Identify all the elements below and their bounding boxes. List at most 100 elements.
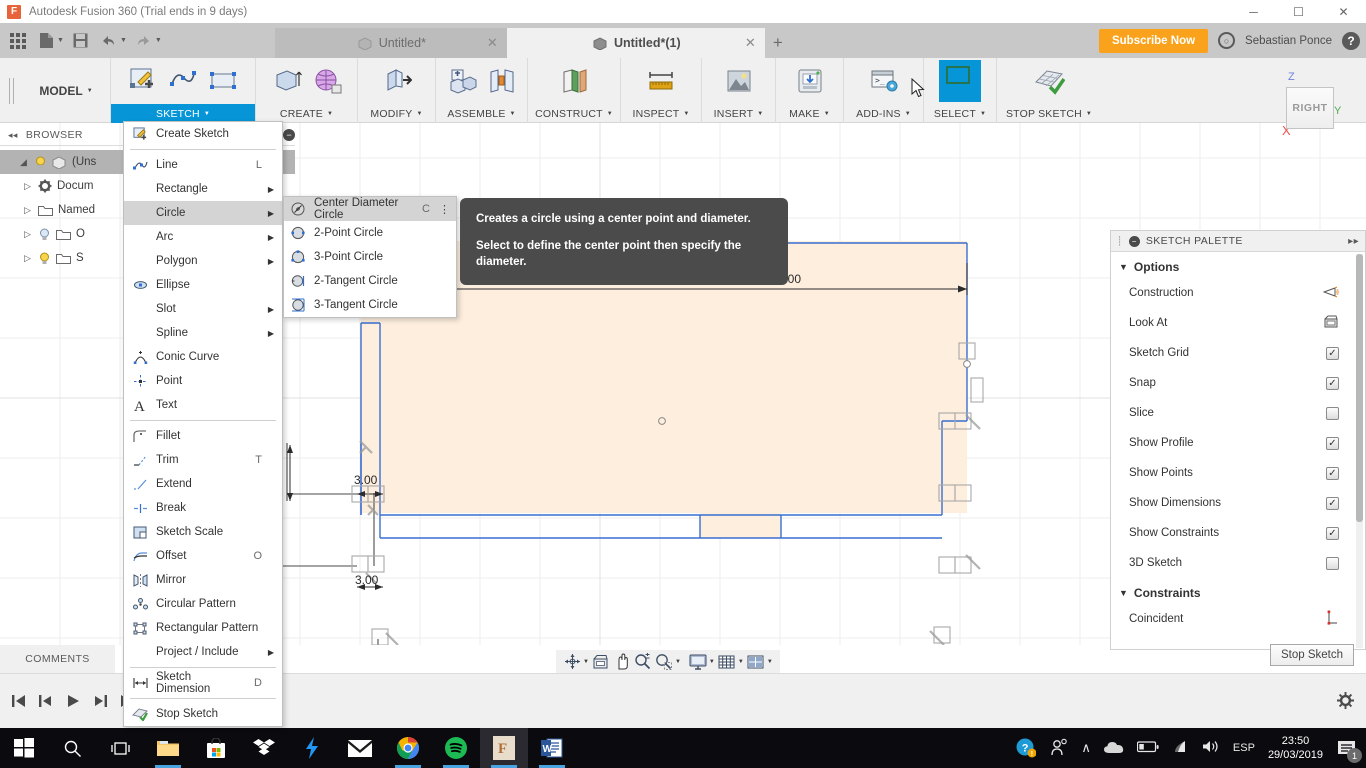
menu-item-text[interactable]: A Text xyxy=(124,393,282,417)
orbit-tool[interactable]: ▼ xyxy=(563,653,589,671)
undo-icon[interactable] xyxy=(95,27,123,55)
orbit-icon[interactable] xyxy=(563,653,581,671)
visibility-bulb-icon[interactable] xyxy=(38,252,51,265)
fusion360-icon[interactable]: F xyxy=(480,728,528,768)
fit-icon[interactable] xyxy=(655,653,673,671)
menu-item-polygon[interactable]: Polygon ▶ xyxy=(124,249,282,273)
play-icon[interactable] xyxy=(64,692,82,710)
stop-sketch-icon[interactable] xyxy=(1031,63,1067,99)
volume-icon[interactable] xyxy=(1202,739,1220,757)
timeline-settings-icon[interactable] xyxy=(1337,692,1354,714)
show-constraints-checkbox[interactable]: ✓ xyxy=(1326,526,1339,540)
new-file-caret-icon[interactable]: ▼ xyxy=(57,37,64,44)
new-tab-button[interactable]: + xyxy=(764,28,791,58)
chevron-down-icon[interactable]: ▼ xyxy=(709,659,715,665)
palette-row-snap[interactable]: Snap ✓ xyxy=(1111,368,1365,398)
undo-caret-icon[interactable]: ▼ xyxy=(120,37,127,44)
rectangle-tool-icon[interactable] xyxy=(205,63,241,99)
extrude-icon[interactable] xyxy=(269,63,305,99)
palette-row-coincident[interactable]: Coincident xyxy=(1111,604,1365,634)
ribbon-group-label-stop-sketch[interactable]: STOP SKETCH ▼ xyxy=(997,104,1101,123)
show-profile-checkbox[interactable]: ✓ xyxy=(1326,436,1339,450)
comments-panel-header[interactable]: COMMENTS xyxy=(0,645,115,673)
close-button[interactable]: ✕ xyxy=(1321,0,1366,23)
notification-center-icon[interactable]: 1 xyxy=(1336,737,1362,763)
display-settings-tool[interactable]: ▼ xyxy=(689,653,715,671)
stop-sketch-button[interactable]: Stop Sketch xyxy=(1270,644,1354,666)
new-component-icon[interactable] xyxy=(444,63,480,99)
subscribe-now-button[interactable]: Subscribe Now xyxy=(1098,28,1209,53)
palette-row-show-constraints[interactable]: Show Constraints ✓ xyxy=(1111,518,1365,548)
chrome-icon[interactable] xyxy=(384,728,432,768)
display-settings-icon[interactable] xyxy=(689,653,707,671)
pan-icon[interactable] xyxy=(613,653,631,671)
zoom-tool[interactable] xyxy=(634,653,652,671)
menu-item-spline[interactable]: Spline ▶ xyxy=(124,321,282,345)
onedrive-icon[interactable] xyxy=(1103,740,1124,757)
press-pull-icon[interactable] xyxy=(379,63,415,99)
language-indicator[interactable]: ESP xyxy=(1233,742,1255,754)
step-forward-icon[interactable] xyxy=(91,692,109,710)
view-cube-face-right[interactable]: RIGHT xyxy=(1286,87,1334,129)
task-view-icon[interactable] xyxy=(96,728,144,768)
menu-item-3-point-circle[interactable]: 3-Point Circle xyxy=(284,245,456,269)
ribbon-group-label-make[interactable]: MAKE ▼ xyxy=(776,104,843,123)
trial-clock-icon[interactable]: ○ xyxy=(1218,32,1236,49)
menu-item-2-tangent-circle[interactable]: 2-Tangent Circle xyxy=(284,269,456,293)
view-cube[interactable]: Z Y X RIGHT xyxy=(1272,63,1348,139)
ribbon-group-label-construct[interactable]: CONSTRUCT ▼ xyxy=(528,104,620,123)
menu-item-trim[interactable]: Trim T xyxy=(124,448,282,472)
menu-item-slot[interactable]: Slot ▶ xyxy=(124,297,282,321)
menu-item-rectangle[interactable]: Rectangle ▶ xyxy=(124,177,282,201)
grid-snap-icon[interactable] xyxy=(718,653,736,671)
look-at-icon[interactable] xyxy=(592,653,610,671)
people-icon[interactable] xyxy=(1050,738,1068,759)
word-icon[interactable]: W xyxy=(528,728,576,768)
visibility-bulb-icon[interactable] xyxy=(38,228,51,241)
new-file-icon[interactable] xyxy=(32,27,60,55)
menu-item-circular-pattern[interactable]: Circular Pattern xyxy=(124,592,282,616)
tree-twisty-icon[interactable]: ▷ xyxy=(22,205,33,216)
document-tab-untitled-1[interactable]: Untitled*(1) ✕ xyxy=(506,28,765,58)
menu-item-ellipse[interactable]: Ellipse xyxy=(124,273,282,297)
help-icon[interactable]: ? xyxy=(1342,31,1360,50)
dropbox-icon[interactable] xyxy=(240,728,288,768)
construction-icon[interactable] xyxy=(1322,285,1339,302)
visibility-bulb-icon[interactable] xyxy=(34,156,47,169)
wifi-icon[interactable] xyxy=(1172,740,1189,757)
maximize-button[interactable]: ☐ xyxy=(1276,0,1321,23)
document-tab-close-icon[interactable]: ✕ xyxy=(487,35,498,51)
create-form-icon[interactable] xyxy=(309,63,345,99)
menu-item-fillet[interactable]: Fillet xyxy=(124,424,282,448)
show-points-checkbox[interactable]: ✓ xyxy=(1326,466,1339,480)
viewports-icon[interactable] xyxy=(747,653,765,671)
browser-collapse-icon[interactable]: ◂◂ xyxy=(8,130,18,141)
save-icon[interactable] xyxy=(67,27,95,55)
create-sketch-icon[interactable] xyxy=(125,63,161,99)
fit-tool[interactable]: ▼ xyxy=(655,653,681,671)
zoom-icon[interactable] xyxy=(634,653,652,671)
dimension-3-lower[interactable]: 3.00 xyxy=(355,573,378,587)
ribbon-group-label-assemble[interactable]: ASSEMBLE ▼ xyxy=(436,104,527,123)
menu-item-rectangular-pattern[interactable]: Rectangular Pattern xyxy=(124,616,282,640)
ribbon-group-label-select[interactable]: SELECT ▼ xyxy=(924,104,996,123)
menu-item-sketch-scale[interactable]: Sketch Scale xyxy=(124,520,282,544)
menu-item-mirror[interactable]: Mirror xyxy=(124,568,282,592)
lightshot-icon[interactable] xyxy=(288,728,336,768)
menu-item-conic-curve[interactable]: Conic Curve xyxy=(124,345,282,369)
palette-row-sketch-grid[interactable]: Sketch Grid ✓ xyxy=(1111,338,1365,368)
menu-item-extend[interactable]: Extend xyxy=(124,472,282,496)
coincident-icon[interactable] xyxy=(1325,610,1339,629)
menu-item-project-include[interactable]: Project / Include ▶ xyxy=(124,640,282,664)
taskbar-clock[interactable]: 23:50 29/03/2019 xyxy=(1268,734,1323,763)
app-grid-icon[interactable] xyxy=(4,27,32,55)
palette-row-show-points[interactable]: Show Points ✓ xyxy=(1111,458,1365,488)
menu-item-line[interactable]: Line L xyxy=(124,153,282,177)
document-tab-untitled[interactable]: Untitled* ✕ xyxy=(274,28,507,58)
menu-item-point[interactable]: Point xyxy=(124,369,282,393)
minimize-button[interactable]: ─ xyxy=(1231,0,1276,23)
ribbon-group-label-modify[interactable]: MODIFY ▼ xyxy=(358,104,435,123)
look-at-tool[interactable] xyxy=(592,653,610,671)
snap-checkbox[interactable]: ✓ xyxy=(1326,376,1339,390)
chevron-down-icon[interactable]: ▼ xyxy=(767,659,773,665)
